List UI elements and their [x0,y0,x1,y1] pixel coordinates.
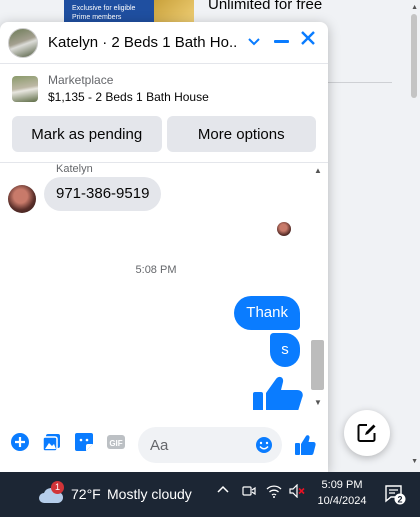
wifi-icon[interactable] [266,484,282,501]
chevron-up-icon[interactable] [217,484,229,499]
compose-icon [357,424,376,442]
page-scrollbar-thumb[interactable] [411,14,417,98]
clock-date: 10/4/2024 [317,495,367,507]
chat-header[interactable]: Katelyn · 2 Beds 1 Bath Ho... [0,22,328,64]
close-icon[interactable] [300,30,316,50]
system-clock[interactable]: 5:09 PM 10/4/2024 [314,477,370,509]
listing-thumbnail[interactable] [12,76,38,102]
chevron-down-icon[interactable] [248,33,260,53]
meet-now-icon[interactable] [242,484,256,501]
background-heading: Unlimited for free [208,0,323,13]
ad-text: Exclusive for eligible Prime members [72,5,136,21]
conversation-title[interactable]: Katelyn · 2 Beds 1 Bath Ho... [48,34,238,51]
chat-window: Katelyn · 2 Beds 1 Bath Ho... Marketplac… [0,22,328,472]
conversation-avatar[interactable] [8,27,38,58]
message-list[interactable]: Katelyn 971-386-9519 5:08 PM Thank s [0,162,328,410]
chat-scrollbar[interactable]: ▲ ▼ [311,162,325,410]
message-timestamp: 5:08 PM [135,264,177,276]
photo-icon[interactable] [42,432,62,452]
notification-count: 2 [397,495,402,505]
incoming-message[interactable]: 971-386-9519 [44,177,162,211]
weather-alert-badge: 1 [51,481,64,494]
outgoing-message[interactable]: Thank [234,296,300,330]
more-options-button[interactable]: More options [166,116,316,152]
listing-description: $1,135 - 2 Beds 1 Bath House [48,90,209,104]
listing-label: Marketplace [48,73,114,87]
emoji-icon[interactable] [255,436,273,454]
outgoing-message[interactable]: s [270,333,300,367]
listing-actions: Mark as pending More options [12,116,316,152]
plus-circle-icon[interactable] [10,432,30,452]
new-message-button[interactable] [344,410,390,456]
read-receipt-avatar [277,222,291,236]
speaker-muted-icon[interactable] [289,483,305,501]
mark-as-pending-button[interactable]: Mark as pending [12,116,162,152]
message-composer: GIF [0,424,328,464]
taskbar: 1 72°F Mostly cloudy 5:09 PM 10/4/2024 2 [0,472,420,517]
page-scrollbar[interactable]: ▲ ▼ [408,0,420,472]
scroll-up-arrow-icon[interactable]: ▲ [314,166,322,175]
sender-name: Katelyn [56,163,93,175]
background-divider [328,82,392,83]
svg-text:GIF: GIF [109,439,122,448]
notifications-icon[interactable]: 2 [384,483,406,505]
sticker-icon[interactable] [74,432,94,452]
thumbs-up-sticker-icon[interactable] [252,375,304,410]
clock-time: 5:09 PM [321,479,363,491]
scroll-down-arrow-icon[interactable]: ▼ [411,458,418,465]
weather-condition[interactable]: Mostly cloudy [107,486,192,502]
marketplace-listing[interactable]: Marketplace $1,135 - 2 Beds 1 Bath House [0,65,328,113]
thumbs-up-icon[interactable] [294,434,316,456]
chat-scrollbar-thumb[interactable] [311,340,324,390]
scroll-up-arrow-icon[interactable]: ▲ [411,4,418,11]
gif-icon[interactable]: GIF [106,432,126,452]
minimize-icon[interactable] [274,32,289,43]
temperature[interactable]: 72°F [71,486,101,502]
scroll-down-arrow-icon[interactable]: ▼ [314,398,322,407]
sender-avatar[interactable] [8,185,36,213]
